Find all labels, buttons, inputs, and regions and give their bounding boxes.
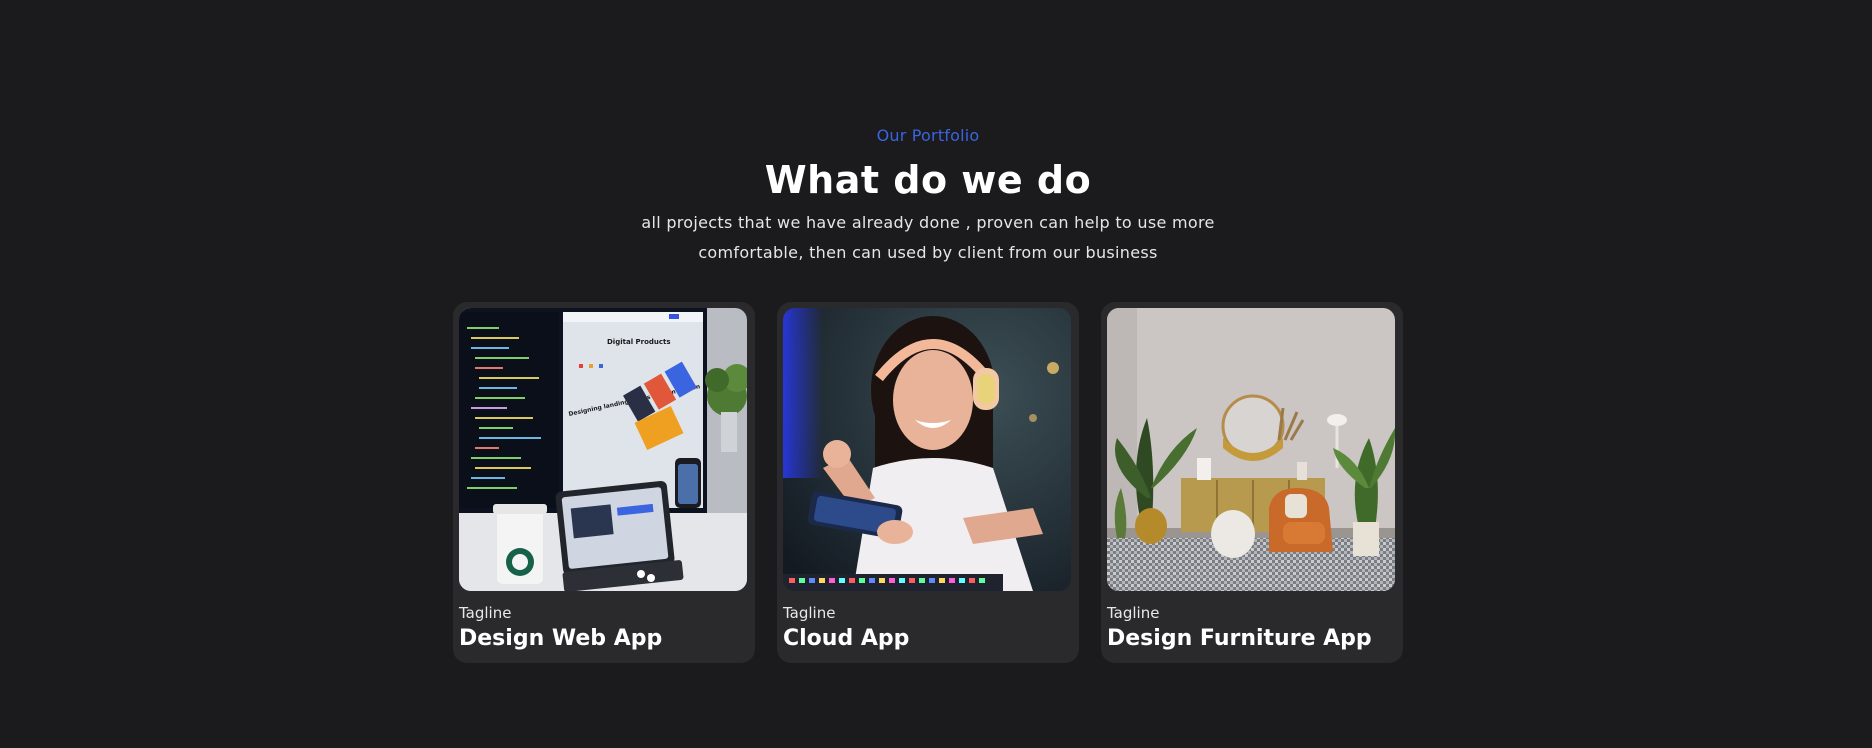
- section-subtitle: all projects that we have already done ,…: [641, 213, 1215, 262]
- portfolio-section: Our Portfolio What do we do all projects…: [0, 0, 1872, 748]
- living-room-furniture-photo: [1107, 308, 1395, 591]
- card-tagline: Tagline: [459, 604, 512, 622]
- portfolio-card-cloud-app[interactable]: Tagline Cloud App: [777, 302, 1079, 663]
- card-tagline: Tagline: [783, 604, 836, 622]
- portfolio-card-design-web-app[interactable]: Digital Products Designing landing pages…: [453, 302, 755, 663]
- screen-heading-text: Digital Products: [607, 338, 671, 346]
- card-title: Cloud App: [783, 626, 910, 651]
- section-eyebrow: Our Portfolio: [876, 126, 980, 145]
- workspace-monitor-tablet-photo: Digital Products Designing landing pages…: [459, 308, 747, 591]
- gamer-with-headphones-photo: [783, 308, 1071, 591]
- section-title: What do we do: [764, 158, 1092, 202]
- card-title: Design Web App: [459, 626, 663, 651]
- card-title: Design Furniture App: [1107, 626, 1372, 651]
- portfolio-card-design-furniture-app[interactable]: Tagline Design Furniture App: [1101, 302, 1403, 663]
- card-tagline: Tagline: [1107, 604, 1160, 622]
- portfolio-cards: Digital Products Designing landing pages…: [453, 302, 1403, 663]
